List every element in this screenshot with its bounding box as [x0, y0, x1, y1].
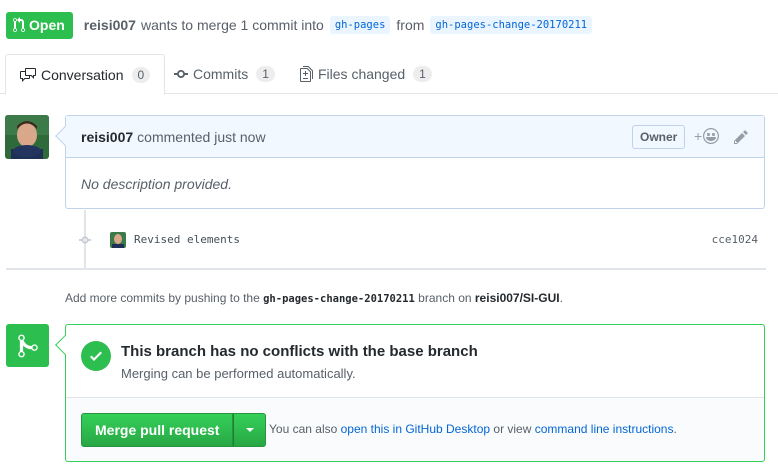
pr-tabnav: Conversation 0 Commits 1 Files changed 1 — [0, 54, 778, 95]
pr-header: Open reisi007 wants to merge 1 commit in… — [6, 11, 597, 39]
file-diff-icon — [300, 66, 313, 82]
git-commit-icon — [78, 236, 92, 244]
push-hint-suffix: . — [559, 291, 563, 305]
tab-files-changed-count: 1 — [413, 66, 432, 82]
merge-status-title: This branch has no conflicts with the ba… — [121, 343, 478, 360]
merge-status: This branch has no conflicts with the ba… — [66, 325, 764, 397]
tab-commits-count: 1 — [256, 66, 275, 82]
merge-alternatives: You can also open this in GitHub Desktop… — [269, 422, 677, 436]
tab-conversation-count: 0 — [131, 66, 151, 83]
tab-conversation-label: Conversation — [41, 66, 124, 83]
pr-state-badge: Open — [6, 11, 73, 39]
tab-commits[interactable]: Commits 1 — [160, 54, 289, 94]
pr-author-link[interactable]: reisi007 — [84, 17, 136, 33]
comment-author-avatar[interactable] — [5, 115, 49, 159]
timeline-commit: Revised elements cce1024 — [78, 230, 766, 250]
comment-box: reisi007 commented just now Owner + No d… — [55, 115, 765, 209]
tab-commits-label: Commits — [193, 66, 249, 82]
tab-conversation[interactable]: Conversation 0 — [5, 54, 166, 95]
commit-message-link[interactable]: Revised elements — [134, 233, 240, 246]
pr-state-label: Open — [29, 17, 65, 33]
merge-button-group: Merge pull request — [81, 413, 267, 447]
comment-body: No description provided. — [81, 176, 232, 192]
push-hint-repo: reisi007/SI-GUI — [474, 291, 560, 305]
caret-down-icon — [245, 428, 254, 432]
pr-meta: reisi007 wants to merge 1 commit into gh… — [84, 16, 597, 34]
base-branch-ref[interactable]: gh-pages — [329, 16, 391, 34]
git-merge-icon — [17, 334, 38, 357]
merge-actions: Merge pull request You can also open thi… — [66, 397, 764, 461]
tab-files-changed[interactable]: Files changed 1 — [286, 54, 446, 94]
git-pull-request-icon — [13, 17, 25, 33]
commit-sha-link[interactable]: cce1024 — [712, 233, 758, 246]
avatar-photo-small — [110, 232, 126, 248]
push-hint: Add more commits by pushing to the gh-pa… — [65, 291, 563, 305]
git-commit-icon — [174, 70, 188, 78]
add-reaction-button[interactable]: + — [694, 128, 720, 144]
command-line-instructions-link[interactable]: command line instructions — [535, 422, 674, 436]
from-word: from — [396, 17, 425, 33]
merge-status-subtitle: Merging can be performed automatically. — [121, 366, 356, 381]
commit-author-avatar[interactable] — [110, 232, 126, 248]
merge-alt-suffix: . — [673, 422, 677, 436]
timeline-divider — [6, 268, 766, 270]
push-hint-middle: branch on — [418, 291, 472, 305]
comment-header: reisi007 commented just now Owner + — [66, 116, 764, 158]
checkmark-glyph — [90, 351, 102, 361]
merge-alt-prefix: You can also — [269, 422, 338, 436]
merge-pull-request-button[interactable]: Merge pull request — [81, 413, 234, 447]
head-branch-ref[interactable]: gh-pages-change-20170211 — [430, 16, 593, 34]
check-icon — [81, 341, 111, 371]
open-github-desktop-link[interactable]: open this in GitHub Desktop — [341, 422, 490, 436]
comment-author-link[interactable]: reisi007 — [81, 129, 133, 145]
merge-method-dropdown[interactable] — [233, 413, 267, 447]
avatar-photo — [5, 115, 49, 159]
comment-action: commented just now — [137, 128, 266, 145]
comment-discussion-icon — [20, 67, 36, 82]
owner-badge: Owner — [632, 125, 686, 149]
tab-files-changed-label: Files changed — [318, 66, 406, 82]
push-hint-prefix: Add more commits by pushing to the — [65, 291, 260, 305]
merge-box: This branch has no conflicts with the ba… — [55, 324, 765, 462]
merge-alt-middle: or view — [493, 422, 532, 436]
pencil-icon — [734, 130, 748, 144]
reaction-plus: + — [694, 128, 703, 144]
smiley-icon — [703, 128, 720, 144]
edit-comment-button[interactable] — [734, 129, 748, 148]
pr-action-text: wants to merge 1 commit into — [140, 17, 324, 33]
merge-status-icon-box — [6, 324, 49, 367]
push-hint-branch: gh-pages-change-20170211 — [263, 293, 415, 305]
